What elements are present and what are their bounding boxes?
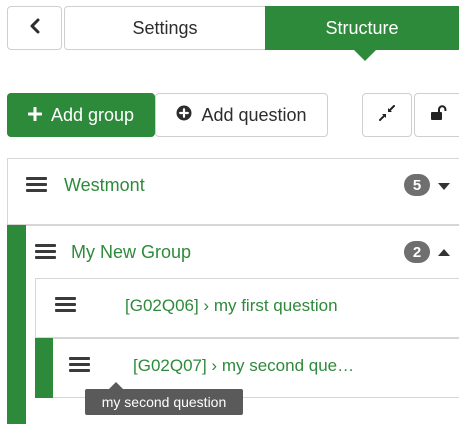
tooltip-text: my second question: [101, 394, 227, 410]
tab-structure[interactable]: Structure: [265, 6, 459, 50]
active-question-indicator: [35, 338, 53, 398]
drag-handle-icon[interactable]: [69, 354, 90, 375]
add-question-button[interactable]: Add question: [155, 93, 328, 137]
question-count-badge: 2: [404, 241, 430, 263]
tooltip: my second question: [85, 389, 243, 415]
compress-icon: [379, 104, 395, 126]
question-title[interactable]: [G02Q07] › my second que…: [133, 356, 354, 376]
drag-handle-icon[interactable]: [26, 174, 47, 195]
tab-settings[interactable]: Settings: [64, 6, 265, 50]
tab-settings-label: Settings: [132, 17, 198, 38]
plus-circle-icon: [176, 105, 192, 126]
drag-handle-icon[interactable]: [35, 241, 56, 262]
active-group-indicator: [7, 225, 26, 424]
question-count-badge: 5: [404, 174, 430, 196]
plus-icon: [27, 105, 43, 126]
question-title[interactable]: [G02Q06] › my first question: [125, 296, 338, 316]
caret-down-icon[interactable]: [438, 183, 450, 190]
add-question-label: Add question: [201, 104, 307, 125]
lock-toggle-button[interactable]: [414, 93, 459, 137]
group-title[interactable]: Westmont: [64, 175, 145, 196]
add-group-label: Add group: [50, 104, 135, 125]
chevron-left-icon: [29, 18, 41, 39]
unlock-icon: [430, 104, 448, 126]
back-button[interactable]: [7, 6, 62, 50]
tab-structure-label: Structure: [325, 17, 399, 38]
group-title[interactable]: My New Group: [71, 242, 191, 263]
drag-handle-icon[interactable]: [55, 294, 76, 315]
collapse-all-button[interactable]: [362, 93, 412, 137]
add-group-button[interactable]: Add group: [7, 93, 155, 137]
active-tab-indicator: [354, 50, 376, 61]
tooltip-arrow: [109, 382, 123, 389]
caret-up-icon[interactable]: [438, 249, 450, 256]
